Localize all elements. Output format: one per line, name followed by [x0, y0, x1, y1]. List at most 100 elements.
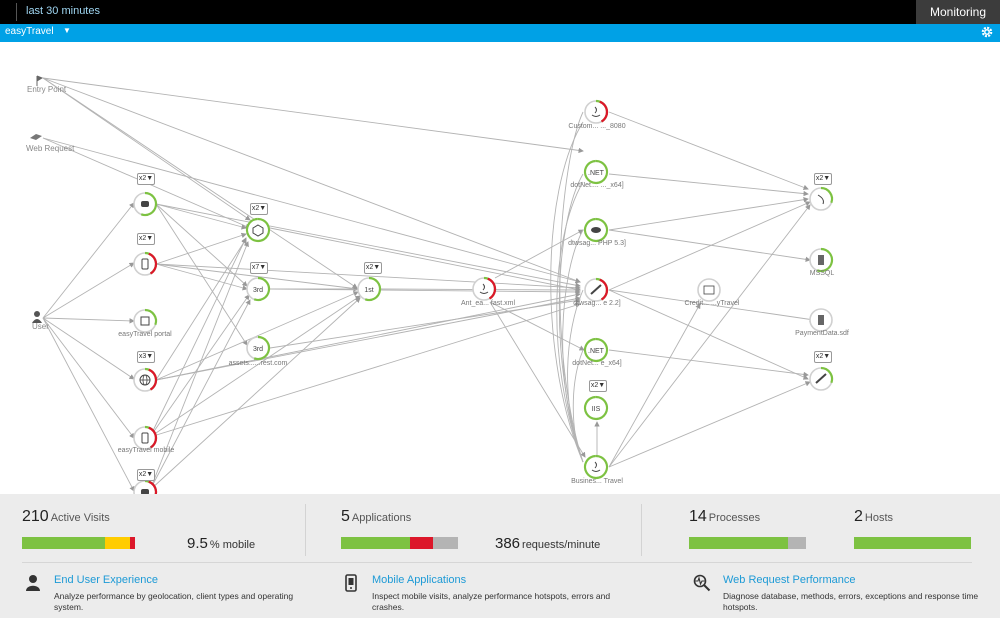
easytravel-portal-node[interactable]: [133, 308, 158, 333]
hosts-bar: [854, 537, 971, 549]
feature-title[interactable]: Web Request Performance: [723, 574, 855, 586]
mobile-node[interactable]: [133, 479, 158, 494]
node-label: 1st: [364, 287, 373, 294]
bar-segment: [689, 537, 789, 549]
customer-label: Custom... ..._8080: [568, 123, 626, 130]
paymentdata-label: PaymentData.sdf: [795, 330, 849, 337]
dtwsagent-22-node[interactable]: [584, 277, 609, 302]
timeframe-selector[interactable]: last 30 minutes: [26, 5, 100, 17]
divider: [16, 3, 17, 21]
feature-title[interactable]: Mobile Applications: [372, 574, 466, 586]
dtwsagent-php-node[interactable]: [583, 217, 609, 243]
pulse-icon: [693, 574, 711, 592]
bar-segment: [22, 537, 106, 549]
monitoring-tab[interactable]: Monitoring: [916, 0, 1000, 24]
easytravel-portal-label: easyTravel portal: [118, 331, 172, 338]
multiplicity-badge[interactable]: x2▼: [814, 351, 832, 363]
business-label: Busines... Travel: [571, 478, 623, 485]
application-selector[interactable]: easyTravel: [5, 26, 54, 37]
credit-node[interactable]: [697, 278, 721, 302]
feature-description: Diagnose database, methods, errors, exce…: [723, 591, 979, 612]
business-node[interactable]: [583, 454, 609, 480]
browser-node[interactable]: [133, 251, 158, 276]
node-label: .NET: [588, 170, 605, 177]
multiplicity-badge[interactable]: x2▼: [137, 173, 155, 185]
bar-segment: [788, 537, 806, 549]
multiplicity-badge[interactable]: x3▼: [137, 351, 155, 363]
active-visits-label: Active Visits: [50, 512, 110, 524]
multiplicity-badge[interactable]: x2▼: [250, 203, 268, 215]
mssql-node[interactable]: [809, 247, 834, 273]
php-icon: [591, 227, 601, 233]
bar-segment: [129, 537, 136, 549]
cdn-node[interactable]: [245, 217, 271, 243]
customer-node[interactable]: [584, 99, 609, 124]
multiplicity-badge[interactable]: x2▼: [137, 233, 155, 245]
assets-label: assets......rest.com: [228, 360, 288, 367]
processes-label: Processes: [708, 512, 761, 524]
chevron-down-icon[interactable]: ▼: [63, 26, 71, 35]
first-party-node[interactable]: 1st: [357, 276, 382, 302]
user-icon: [26, 575, 40, 591]
applications-stat[interactable]: 5 Applications: [341, 508, 411, 526]
feature-description: Inspect mobile visits, analyze performan…: [372, 591, 611, 612]
feature-title[interactable]: End User Experience: [54, 574, 158, 586]
node-label: IIS: [592, 406, 601, 413]
processes-bar: [689, 537, 806, 549]
dotnet1-label: dotNet.... ..._x64]: [570, 182, 624, 189]
mssql-label: MSSQL: [809, 270, 835, 277]
applications-label: Applications: [351, 512, 412, 524]
multiplicity-badge[interactable]: x2▼: [589, 380, 607, 392]
hosts-stat[interactable]: 2 Hosts: [854, 508, 893, 526]
dotnet2-label: dotNet... e_x64]: [572, 360, 622, 367]
active-visits-stat[interactable]: 210 Active Visits: [22, 508, 110, 526]
bar-segment: [341, 537, 411, 549]
robot-icon: [141, 201, 149, 207]
third-party-assets-node[interactable]: 3rd: [246, 335, 271, 361]
db-icon: [818, 315, 824, 325]
applications-value: 5: [341, 508, 350, 525]
mobile-share-label: % mobile: [209, 539, 256, 551]
dotnet2-node[interactable]: .NET: [583, 337, 609, 363]
dotnet1-node[interactable]: .NET: [583, 159, 609, 185]
easytravel-mobile-node[interactable]: [133, 425, 158, 450]
user-label: User: [32, 322, 49, 331]
bar-segment: [105, 537, 130, 549]
requests-label: requests/minute: [522, 539, 601, 551]
application-bar: easyTravel ▼: [0, 24, 1000, 42]
processes-value: 14: [689, 508, 707, 525]
iis-node[interactable]: IIS: [583, 395, 609, 421]
hosts-value: 2: [854, 508, 863, 525]
message-node[interactable]: [809, 366, 834, 391]
feature-description: Analyze performance by geolocation, clie…: [54, 591, 294, 612]
divider: [641, 504, 642, 556]
node-label: .NET: [588, 348, 605, 355]
transaction-flow-graph: 3rd 3rd 1st .NET .NET IIS: [30, 75, 834, 494]
third-party-node[interactable]: 3rd: [246, 276, 271, 302]
bar-segment: [433, 537, 458, 549]
multiplicity-badge[interactable]: x2▼: [137, 469, 155, 481]
processes-stat[interactable]: 14 Processes: [689, 508, 760, 526]
multiplicity-badge[interactable]: x2▼: [814, 173, 832, 185]
requests-value: 386: [495, 535, 521, 552]
ant-node[interactable]: [472, 276, 497, 301]
dtwsagent-php-label: dtwsag... PHP 5.3]: [568, 240, 626, 247]
agent-node[interactable]: [133, 191, 158, 217]
multiplicity-badge[interactable]: x2▼: [364, 262, 382, 274]
external-node[interactable]: [809, 186, 834, 211]
entry-point-label: Entry Point: [27, 85, 67, 94]
active-visits-value: 210: [22, 508, 49, 525]
bar-segment: [854, 537, 971, 549]
transaction-flow-canvas[interactable]: 3rd 3rd 1st .NET .NET IIS Entry Point Web Req…: [0, 42, 1000, 494]
paymentdata-node[interactable]: [809, 308, 833, 332]
easytravel-mobile-label: easyTravel mobile: [117, 447, 175, 454]
top-bar: last 30 minutes Monitoring: [0, 0, 1000, 24]
web-node[interactable]: [133, 367, 158, 392]
db-icon: [818, 255, 824, 265]
node-label: 3rd: [253, 346, 263, 353]
mobile-share: 9.5% mobile: [187, 535, 255, 552]
gear-icon[interactable]: [980, 25, 994, 39]
multiplicity-badge[interactable]: x7▼: [250, 262, 268, 274]
web-request-icon[interactable]: [30, 134, 42, 140]
divider: [22, 562, 972, 563]
